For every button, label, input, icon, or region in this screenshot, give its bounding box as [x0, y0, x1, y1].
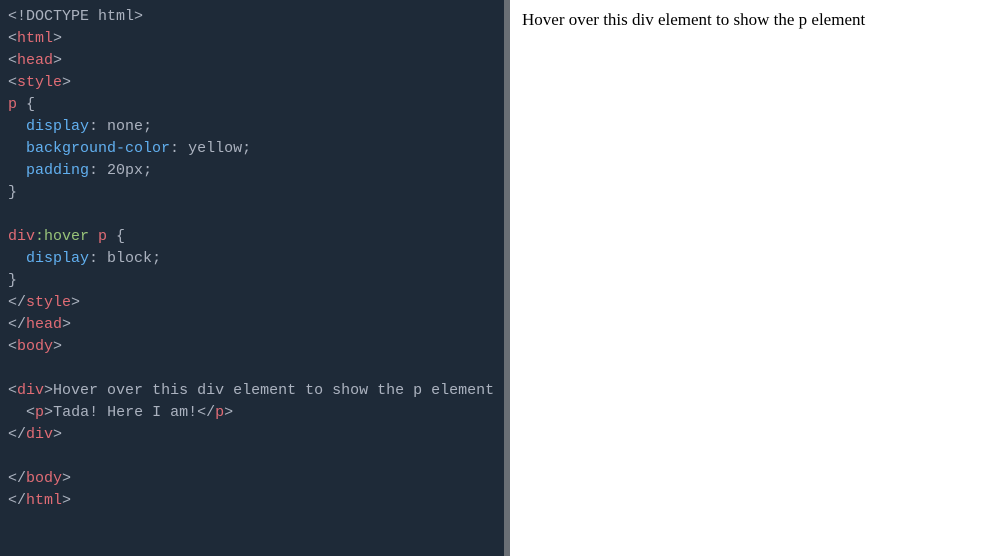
code-angle: > [62, 470, 71, 487]
code-angle: > [53, 338, 62, 355]
code-brace: { [17, 96, 35, 113]
output-pane[interactable]: Hover over this div element to show the … [510, 0, 1002, 556]
code-angle: > [53, 30, 62, 47]
code-colon: : [170, 140, 188, 157]
code-angle: < [8, 404, 35, 421]
code-angle: < [8, 338, 17, 355]
code-tag-html-close: html [26, 492, 62, 509]
split-container: <!DOCTYPE html> <html> <head> <style> p … [0, 0, 1002, 556]
output-hover-text[interactable]: Hover over this div element to show the … [522, 10, 990, 30]
code-div-text: Hover over this div element to show the … [53, 382, 494, 399]
code-pseudo-hover: :hover [35, 228, 89, 245]
code-prop-display2: display [8, 250, 89, 267]
code-colon: : [89, 118, 107, 135]
code-semi: ; [152, 250, 161, 267]
code-p-text: Tada! Here I am! [53, 404, 197, 421]
code-tag-style-close: style [26, 294, 71, 311]
code-colon: : [89, 250, 107, 267]
code-selector-p2: p [89, 228, 107, 245]
code-tag-head-close: head [26, 316, 62, 333]
code-angle: > [44, 382, 53, 399]
code-doctype: <!DOCTYPE html> [8, 8, 143, 25]
code-angle: </ [8, 316, 26, 333]
code-angle: > [53, 426, 62, 443]
code-angle: > [62, 492, 71, 509]
code-angle: > [62, 316, 71, 333]
code-prop-bgcolor: background-color [8, 140, 170, 157]
code-val-yellow: yellow [188, 140, 242, 157]
code-angle: < [8, 74, 17, 91]
code-tag-body: body [17, 338, 53, 355]
code-selector-p: p [8, 96, 17, 113]
code-val-block: block [107, 250, 152, 267]
code-angle: > [53, 52, 62, 69]
code-angle: </ [8, 492, 26, 509]
code-brace: { [107, 228, 125, 245]
code-editor-pane[interactable]: <!DOCTYPE html> <html> <head> <style> p … [0, 0, 504, 556]
code-tag-body-close: body [26, 470, 62, 487]
code-angle: > [71, 294, 80, 311]
code-tag-head: head [17, 52, 53, 69]
code-brace: } [8, 272, 17, 289]
code-val-20px: 20px [107, 162, 143, 179]
code-selector-div: div [8, 228, 35, 245]
code-angle: > [62, 74, 71, 91]
code-angle: </ [8, 294, 26, 311]
code-semi: ; [143, 118, 152, 135]
code-val-none: none [107, 118, 143, 135]
code-prop-display: display [8, 118, 89, 135]
code-tag-div-close: div [26, 426, 53, 443]
code-semi: ; [242, 140, 251, 157]
code-colon: : [89, 162, 107, 179]
code-tag-p: p [35, 404, 44, 421]
code-angle: > [44, 404, 53, 421]
code-tag-html: html [17, 30, 53, 47]
code-angle: > [224, 404, 233, 421]
code-angle: </ [8, 426, 26, 443]
code-tag-p-close: p [215, 404, 224, 421]
code-prop-padding: padding [8, 162, 89, 179]
code-angle: < [8, 52, 17, 69]
code-angle: </ [8, 470, 26, 487]
code-angle: </ [197, 404, 215, 421]
code-tag-style: style [17, 74, 62, 91]
code-angle: < [8, 382, 17, 399]
code-tag-div: div [17, 382, 44, 399]
code-brace: } [8, 184, 17, 201]
code-semi: ; [143, 162, 152, 179]
code-angle: < [8, 30, 17, 47]
